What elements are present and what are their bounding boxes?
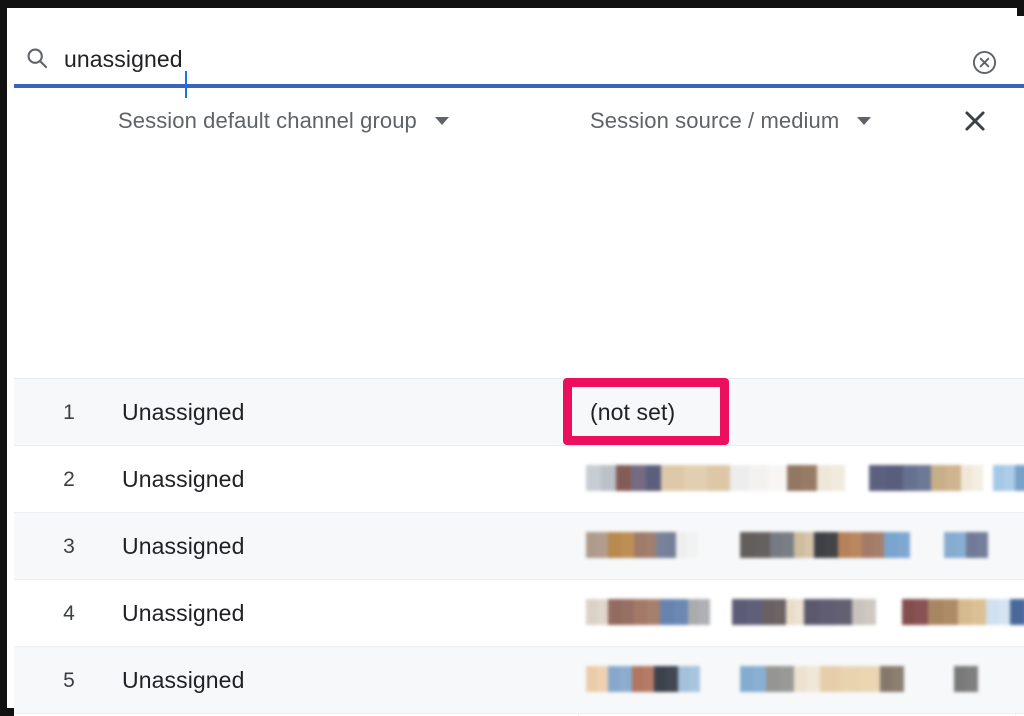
- row-dimension-value: Unassigned: [122, 399, 245, 425]
- row-index: 3: [63, 535, 75, 558]
- redacted-value: [586, 663, 1002, 695]
- screenshot-frame: Session default channel group Session so…: [0, 0, 1024, 716]
- redacted-value: [586, 596, 1024, 628]
- search-input-wrapper[interactable]: [64, 43, 924, 98]
- row-index: 5: [63, 669, 75, 692]
- table-row[interactable]: 4 Unassigned: [14, 580, 1024, 647]
- search-bar: [14, 16, 1024, 98]
- row-dimension-value: Unassigned: [122, 600, 245, 626]
- row-index: 4: [63, 602, 75, 625]
- chevron-down-icon[interactable]: [857, 117, 872, 125]
- app-screen: Session default channel group Session so…: [14, 16, 1024, 716]
- results-table: 1 Unassigned (not set) 2 Unassigned 3 Unassign…: [14, 378, 1024, 716]
- redacted-value: [586, 529, 1012, 561]
- search-input[interactable]: [64, 43, 924, 75]
- row-index: 2: [63, 468, 75, 491]
- row-dimension-value: Unassigned: [122, 466, 245, 492]
- table-row[interactable]: 3 Unassigned: [14, 513, 1024, 580]
- table-row[interactable]: 1 Unassigned (not set): [14, 379, 1024, 446]
- row-dimension-value: Unassigned: [122, 533, 245, 559]
- redacted-value: [586, 462, 1024, 494]
- chevron-down-icon[interactable]: [434, 117, 449, 125]
- table-rows: 1 Unassigned (not set) 2 Unassigned 3 Unassign…: [14, 379, 1024, 714]
- search-icon: [25, 46, 49, 70]
- clear-circle-icon[interactable]: [971, 49, 998, 76]
- column-header-session-default-channel-group[interactable]: Session default channel group: [118, 92, 449, 150]
- table-row[interactable]: 5 Unassigned: [14, 647, 1024, 714]
- row-index: 1: [63, 401, 75, 424]
- column-header-label: Session source / medium: [590, 108, 840, 133]
- close-icon[interactable]: [960, 106, 990, 136]
- column-header-session-source-medium[interactable]: Session source / medium: [590, 92, 872, 150]
- column-header-row: Session default channel group Session so…: [14, 92, 1024, 150]
- column-header-label: Session default channel group: [118, 108, 417, 133]
- table-row[interactable]: 2 Unassigned: [14, 446, 1024, 513]
- row-dimension-value: Unassigned: [122, 667, 245, 693]
- row-metric-value: (not set): [590, 399, 676, 425]
